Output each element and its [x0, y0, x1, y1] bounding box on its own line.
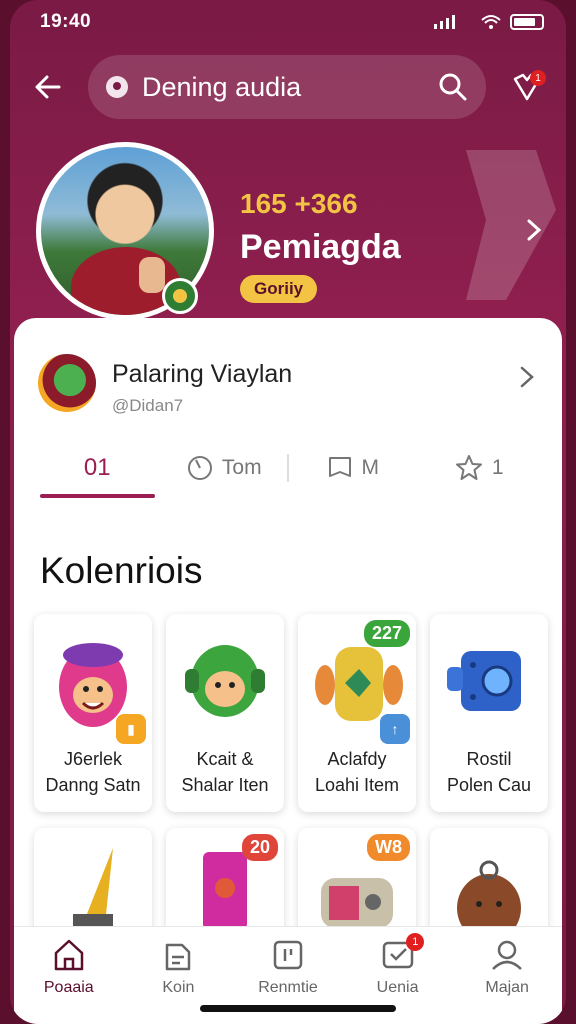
lock-icon: ▮ [116, 714, 146, 744]
item-image [34, 828, 152, 938]
nav-coin[interactable]: Koin [124, 937, 234, 997]
tab-favorites[interactable]: 1 [416, 438, 543, 498]
top-bar: Dening audia 1 [10, 52, 566, 122]
user-icon [492, 940, 523, 970]
item-subtitle: Loahi Item [314, 775, 400, 795]
user-card[interactable]: Palaring Viaylan @Didan7 [38, 354, 542, 418]
app-screen: 19:40 Dening audia 1 165 +366 Pemiagda G… [10, 0, 566, 1024]
user-handle: @Didan7 [112, 396, 184, 415]
nav-remote[interactable]: Renmtie [233, 937, 343, 997]
collection-item[interactable]: ↑ 227 Aclafdy Loahi Item [298, 614, 416, 812]
chevron-right-icon [520, 366, 534, 388]
item-image: 20 [166, 828, 284, 938]
collection-item[interactable]: 20 [166, 828, 284, 938]
search-icon[interactable] [438, 72, 468, 102]
collection-grid-row2: 20 W8 [34, 828, 548, 938]
home-icon [54, 939, 84, 971]
item-subtitle: Danng Satn [45, 775, 141, 795]
collection-grid: ▮ J6erlek Danng Satn Kcait & Shalar Iten… [34, 614, 548, 812]
status-bar: 19:40 [10, 0, 566, 44]
collection-item[interactable]: ▮ J6erlek Danng Satn [34, 614, 152, 812]
item-image: W8 [298, 828, 416, 938]
section-title: Kolenriois [40, 550, 203, 591]
item-tag: 227 [363, 620, 410, 647]
chevron-right-icon[interactable] [522, 218, 546, 242]
item-image: ↑ 227 [298, 614, 416, 746]
item-image: ▮ [34, 614, 152, 746]
tab-label: 1 [491, 456, 504, 479]
timer-icon [187, 456, 212, 480]
tab-time[interactable]: Tom [161, 438, 288, 498]
notification-button[interactable]: 1 [506, 66, 548, 108]
collection-item[interactable] [430, 828, 548, 938]
coin-balance: 165 +366 [240, 188, 358, 219]
tab-overview[interactable]: 01 [34, 438, 161, 498]
location-icon [106, 76, 128, 98]
profile-tabs: 01 Tom M 1 [34, 438, 542, 498]
profile-header: 165 +366 Pemiagda Goriiy [10, 130, 566, 340]
item-tag: 20 [241, 834, 278, 861]
collection-item[interactable] [34, 828, 152, 938]
arrow-left-icon [35, 75, 61, 99]
item-subtitle: Shalar Iten [181, 775, 269, 795]
item-image [430, 614, 548, 746]
item-name: Aclafdy [327, 749, 387, 769]
item-name: J6erlek [63, 749, 123, 769]
item-name: Kcait & [196, 749, 254, 769]
user-avatar [38, 354, 96, 412]
back-button[interactable] [28, 67, 68, 107]
content-sheet: Palaring Viaylan @Didan7 01 Tom M 1 Kole… [14, 318, 562, 1018]
tab-label: Tom [221, 456, 262, 479]
nav-home[interactable]: Poaaia [14, 937, 124, 997]
nav-inbox[interactable]: 1 Uenia [343, 933, 453, 997]
collection-item[interactable]: W8 [298, 828, 416, 938]
star-icon [455, 455, 482, 480]
nav-label: Uenia [376, 979, 419, 996]
item-tag: W8 [367, 834, 410, 861]
tab-messages[interactable]: M [289, 438, 416, 498]
signal-icon [434, 15, 455, 29]
item-image [430, 828, 548, 938]
item-subtitle: Polen Cau [446, 775, 532, 795]
item-image [166, 614, 284, 746]
status-badge[interactable]: Goriiy [240, 275, 318, 303]
search-input[interactable]: Dening audia [142, 72, 424, 103]
user-name: Palaring Viaylan [112, 360, 293, 388]
status-time: 19:40 [40, 11, 92, 32]
profile-name: Pemiagda [240, 228, 401, 266]
tab-label: M [361, 456, 380, 479]
team-badge-icon [162, 278, 198, 314]
search-bar[interactable]: Dening audia [88, 55, 486, 119]
nav-label: Renmtie [258, 979, 318, 996]
collection-item[interactable]: Kcait & Shalar Iten [166, 614, 284, 812]
avatar-hand [139, 257, 165, 293]
nav-label: Poaaia [43, 979, 94, 996]
status-icons [432, 14, 544, 30]
notification-badge: 1 [530, 70, 546, 86]
nav-badge: 1 [406, 933, 425, 951]
nav-profile[interactable]: Majan [452, 937, 562, 997]
collection-item[interactable]: Rostil Polen Cau [430, 614, 548, 812]
tab-label: 01 [83, 454, 111, 481]
home-indicator [200, 1005, 396, 1012]
wifi-icon [481, 15, 501, 29]
nav-label: Majan [485, 979, 529, 996]
item-name: Rostil [466, 749, 512, 769]
pause-icon [273, 940, 303, 970]
document-icon [166, 943, 191, 971]
nav-label: Koin [162, 979, 195, 996]
battery-icon [510, 14, 544, 30]
upgrade-icon: ↑ [380, 714, 410, 744]
bookmark-icon [328, 457, 351, 477]
